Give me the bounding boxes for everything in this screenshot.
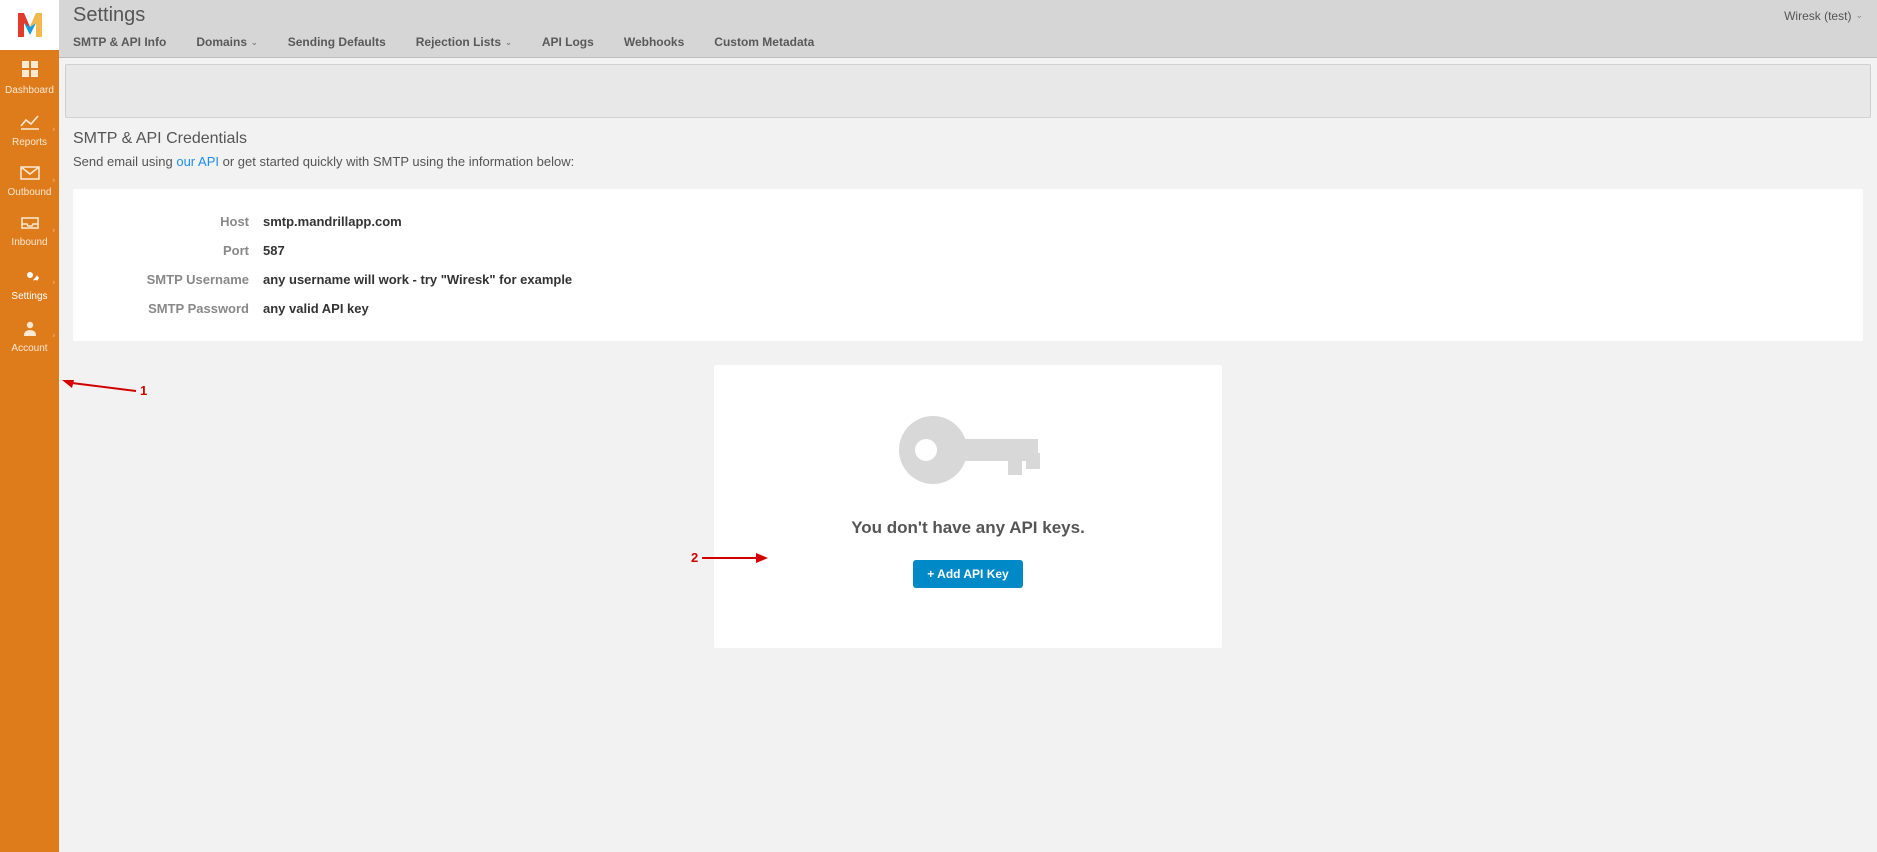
header: Settings Wiresk (test) ⌄ SMTP & API Info… — [59, 0, 1877, 58]
cred-value: 587 — [263, 243, 285, 258]
chevron-down-icon: ⌄ — [251, 38, 258, 47]
empty-title: You don't have any API keys. — [744, 518, 1192, 538]
api-keys-empty-state: You don't have any API keys. + Add API K… — [714, 365, 1222, 648]
cred-label: Host — [93, 214, 263, 229]
nav-outbound[interactable]: Outbound › — [0, 156, 59, 206]
sidebar: Dashboard Reports › Outbound › Inbound › — [0, 0, 59, 852]
add-api-key-button[interactable]: + Add API Key — [913, 560, 1022, 588]
outbound-icon — [20, 166, 40, 183]
nav-label: Reports — [12, 137, 47, 148]
logo[interactable] — [0, 0, 59, 50]
credentials-card: Host smtp.mandrillapp.com Port 587 SMTP … — [73, 189, 1863, 341]
nav-inbound[interactable]: Inbound › — [0, 206, 59, 256]
tabs: SMTP & API Info Domains⌄ Sending Default… — [59, 27, 1877, 57]
tab-sending-defaults[interactable]: Sending Defaults — [288, 35, 386, 49]
cred-label: SMTP Password — [93, 301, 263, 316]
cred-label: Port — [93, 243, 263, 258]
chevron-right-icon: › — [52, 176, 55, 185]
reports-icon — [20, 114, 40, 133]
nav-reports[interactable]: Reports › — [0, 104, 59, 156]
cred-row-port: Port 587 — [93, 236, 1843, 265]
chevron-down-icon: ⌄ — [1855, 10, 1863, 21]
nav-label: Settings — [11, 291, 47, 302]
account-switcher[interactable]: Wiresk (test) ⌄ — [1784, 9, 1863, 23]
chevron-right-icon: › — [52, 226, 55, 235]
dashboard-icon — [21, 60, 39, 81]
nav-label: Outbound — [8, 187, 52, 198]
content: SMTP & API Credentials Send email using … — [59, 58, 1877, 852]
cred-value: any valid API key — [263, 301, 369, 316]
tab-custom-metadata[interactable]: Custom Metadata — [714, 35, 814, 49]
nav-settings[interactable]: Settings › — [0, 256, 59, 310]
tab-webhooks[interactable]: Webhooks — [624, 35, 684, 49]
tab-api-logs[interactable]: API Logs — [542, 35, 594, 49]
cred-row-username: SMTP Username any username will work - t… — [93, 265, 1843, 294]
nav-account[interactable]: Account › — [0, 310, 59, 362]
nav-label: Inbound — [11, 237, 47, 248]
chevron-right-icon: › — [52, 125, 55, 134]
chevron-right-icon: › — [52, 331, 55, 340]
tab-domains[interactable]: Domains⌄ — [196, 35, 257, 49]
nav-label: Account — [11, 343, 47, 354]
section-title: SMTP & API Credentials — [73, 130, 1863, 148]
chevron-down-icon: ⌄ — [505, 38, 512, 47]
section-subtitle: Send email using our API or get started … — [73, 154, 1863, 169]
cred-row-password: SMTP Password any valid API key — [93, 294, 1843, 323]
nav-dashboard[interactable]: Dashboard — [0, 50, 59, 104]
key-icon — [744, 405, 1192, 498]
cred-value: any username will work - try "Wiresk" fo… — [263, 272, 572, 287]
api-docs-link[interactable]: our API — [176, 154, 219, 169]
gear-icon — [21, 266, 39, 287]
cred-row-host: Host smtp.mandrillapp.com — [93, 207, 1843, 236]
nav-label: Dashboard — [5, 85, 54, 96]
tab-rejection-lists[interactable]: Rejection Lists⌄ — [416, 35, 512, 49]
tab-smtp-api-info[interactable]: SMTP & API Info — [73, 35, 166, 49]
chevron-right-icon: › — [52, 278, 55, 287]
cred-label: SMTP Username — [93, 272, 263, 287]
inbound-icon — [20, 216, 40, 233]
account-label: Wiresk (test) — [1784, 9, 1851, 23]
page-title: Settings — [73, 4, 145, 27]
cred-value: smtp.mandrillapp.com — [263, 214, 402, 229]
notice-banner — [65, 64, 1871, 118]
mandrill-logo-icon — [14, 9, 46, 41]
account-icon — [22, 320, 38, 339]
